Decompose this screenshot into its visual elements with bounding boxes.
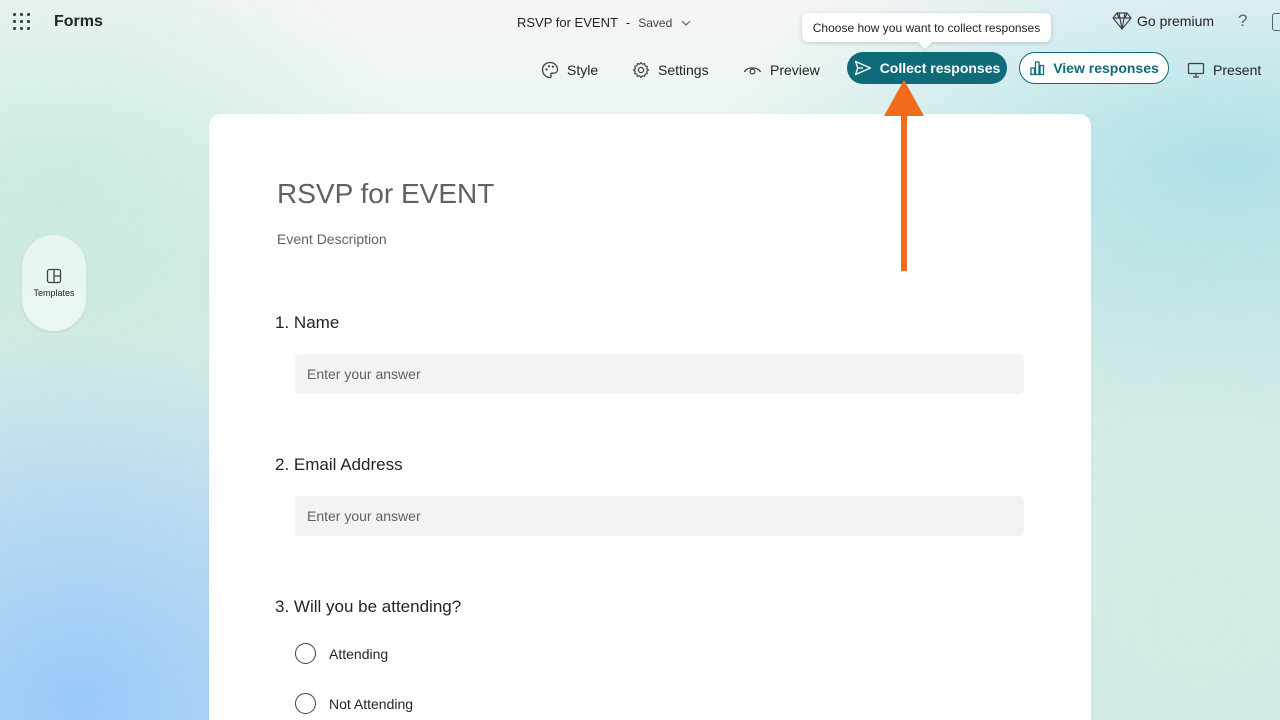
help-icon[interactable]: ? [1238,11,1247,31]
settings-label: Settings [658,62,709,78]
app-name[interactable]: Forms [54,13,103,31]
question-title: 3. Will you be attending? [275,597,461,617]
bar-chart-icon [1030,61,1045,76]
email-answer-input[interactable]: Enter your answer [295,496,1024,536]
diamond-icon [1112,12,1132,30]
annotation-arrow-head [884,80,924,116]
radio-option-not-attending[interactable]: Not Attending [295,693,413,714]
question-text: Name [293,313,340,332]
radio-button[interactable] [295,693,316,714]
collect-responses-label: Collect responses [879,60,1001,76]
account-icon[interactable] [1272,13,1280,31]
form-title[interactable]: RSVP for EVENT [277,178,494,210]
top-bar: Forms RSVP for EVENT - Saved Choose how … [0,0,1280,44]
collect-responses-button[interactable]: Collect responses [847,52,1007,84]
radio-option-label: Attending [329,645,389,662]
go-premium-label: Go premium [1137,13,1215,29]
question-number: 2. [275,455,290,474]
question-number: 1. [275,313,290,332]
style-button[interactable]: Style [541,56,598,84]
radio-button[interactable] [295,643,316,664]
radio-option-label: Not Attending [329,695,414,712]
send-icon [854,60,871,76]
present-label: Present [1213,62,1262,78]
chevron-down-icon [681,20,691,26]
save-status: Saved [638,15,673,30]
question-title: 1. Name [275,313,339,333]
form-card: RSVP for EVENT Event Description 1. Name… [209,114,1091,720]
collect-responses-tooltip: Choose how you want to collect responses [802,13,1051,42]
question-text: Will you be attending? [293,597,462,616]
go-premium-button[interactable]: Go premium [1112,12,1214,30]
question-number: 3. [275,597,290,616]
templates-button[interactable]: Templates [22,235,86,331]
templates-label: Templates [33,288,75,298]
palette-icon [541,61,559,79]
style-label: Style [567,62,599,78]
app-launcher-icon[interactable] [13,13,30,30]
view-responses-label: View responses [1053,60,1159,76]
title-separator: - [625,15,631,30]
document-title-menu[interactable]: RSVP for EVENT - Saved [517,15,691,30]
eye-icon [743,67,762,75]
present-button[interactable]: Present [1187,56,1261,84]
gear-icon [632,61,650,79]
annotation-arrow-shaft [901,112,907,271]
settings-button[interactable]: Settings [632,56,709,84]
annotation-arrow [884,80,924,271]
preview-label: Preview [770,62,820,78]
question-title: 2. Email Address [275,455,403,475]
monitor-icon [1187,62,1205,78]
templates-icon [46,268,62,284]
question-text: Email Address [293,455,403,474]
preview-button[interactable]: Preview [743,56,820,84]
view-responses-button[interactable]: View responses [1019,52,1169,84]
document-title: RSVP for EVENT [517,15,618,30]
form-description[interactable]: Event Description [277,231,387,247]
radio-option-attending[interactable]: Attending [295,643,388,664]
name-answer-input[interactable]: Enter your answer [295,354,1024,394]
